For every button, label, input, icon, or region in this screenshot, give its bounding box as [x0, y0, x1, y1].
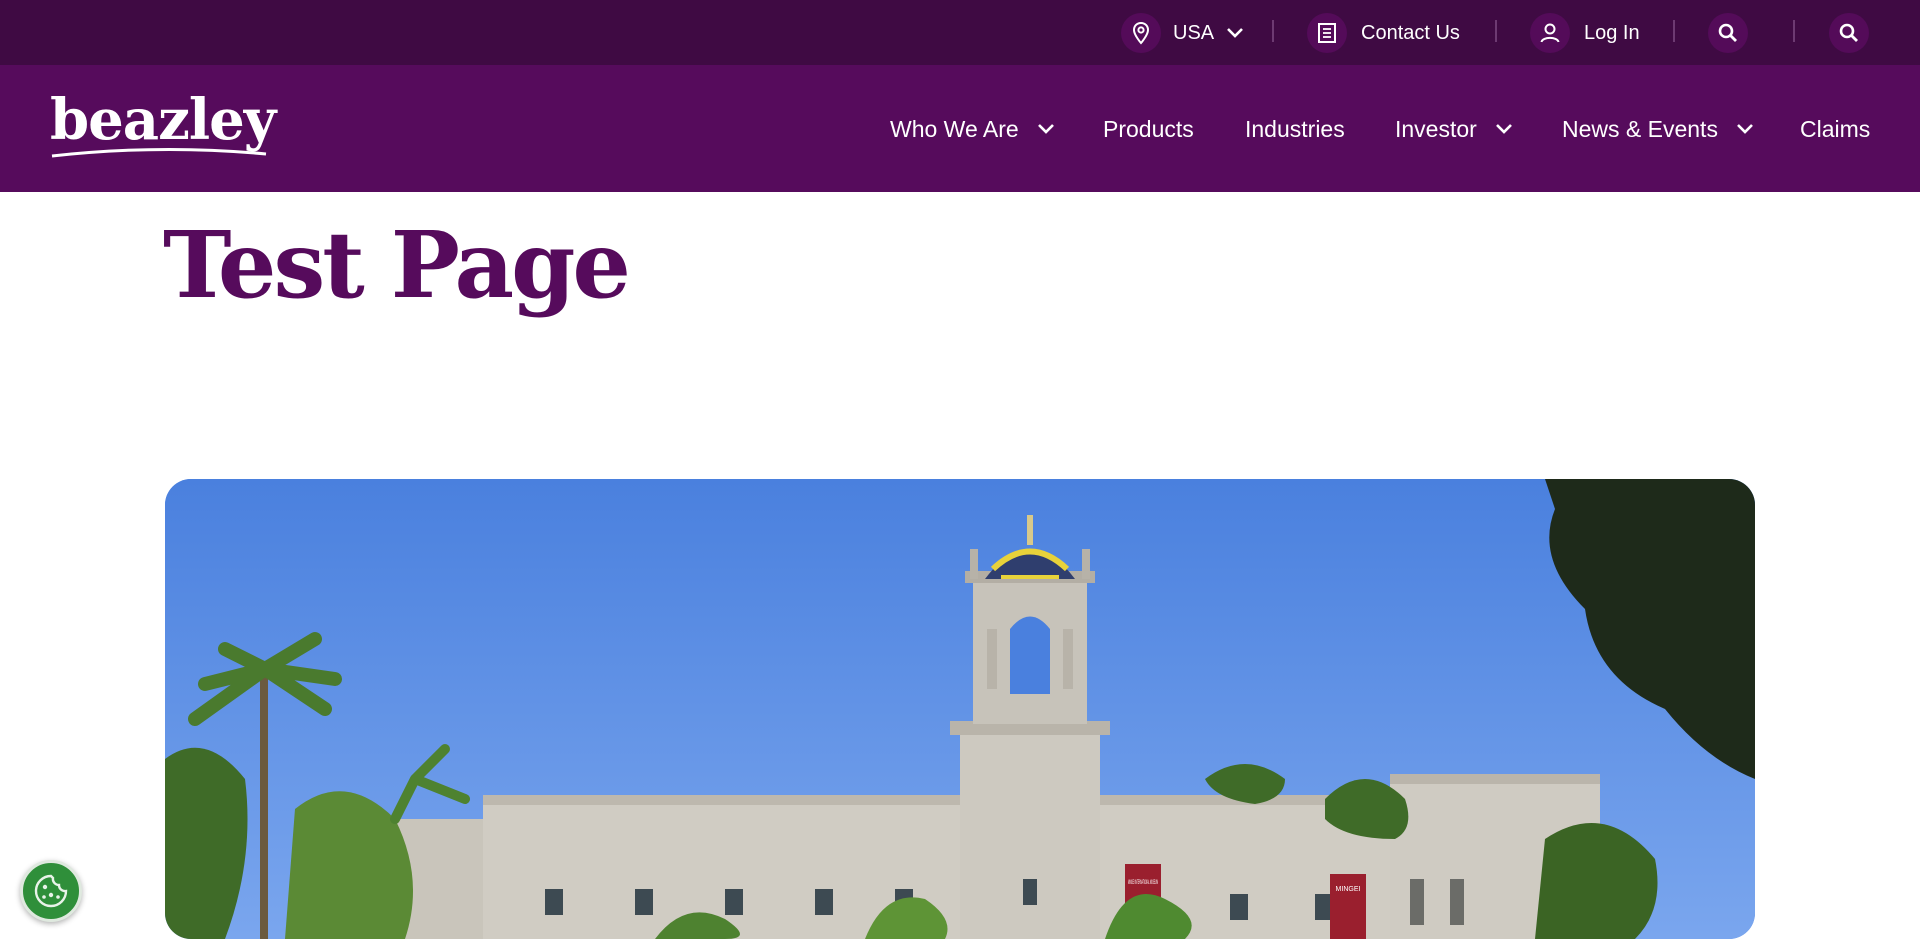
nav-products-label: Products	[1103, 115, 1194, 142]
contact-us-label: Contact Us	[1361, 21, 1460, 44]
chevron-down-icon	[1495, 124, 1512, 134]
region-label: USA	[1173, 21, 1215, 44]
search-icon	[1829, 13, 1869, 53]
search-button-secondary[interactable]	[1829, 13, 1869, 53]
chevron-down-icon	[1737, 124, 1753, 134]
login-label: Log In	[1584, 21, 1640, 44]
nav-who-we-are[interactable]: Who We Are	[890, 113, 1055, 145]
user-icon	[1530, 13, 1570, 53]
contact-us-link[interactable]: Contact Us	[1307, 13, 1460, 53]
nav-industries[interactable]: Industries	[1245, 113, 1345, 145]
utility-bar: USA Contact Us Log In	[0, 0, 1920, 65]
nav-investor[interactable]: Investor	[1395, 113, 1513, 145]
nav-claims-label: Claims	[1800, 115, 1871, 142]
nav-claims[interactable]: Claims	[1800, 113, 1870, 145]
nav-news-events[interactable]: News & Events	[1562, 113, 1754, 145]
search-button[interactable]	[1708, 13, 1748, 53]
logo-wordmark: beazley	[50, 87, 276, 153]
divider	[1793, 20, 1795, 42]
museum-banner-2: MINGEI	[1330, 874, 1366, 939]
main-navigation: beazley Who We Are Products Industries I…	[0, 65, 1920, 192]
divider	[1272, 20, 1274, 42]
nav-who-we-are-label: Who We Are	[890, 115, 1019, 142]
nav-products[interactable]: Products	[1103, 113, 1194, 145]
chevron-down-icon	[1227, 28, 1244, 38]
banner-text-2: MINGEI	[1336, 886, 1361, 893]
divider	[1673, 20, 1675, 42]
chevron-down-icon	[1037, 124, 1054, 134]
divider	[1495, 20, 1497, 42]
location-pin-icon	[1121, 13, 1161, 53]
banner-text: MINGEI INTERNATIONAL MUSEUM	[1128, 880, 1158, 886]
nav-industries-label: Industries	[1245, 115, 1345, 142]
cookie-settings-button[interactable]	[20, 860, 82, 922]
hero-image: MINGEI INTERNATIONAL MUSEUM MINGEI	[165, 479, 1755, 939]
cookie-icon	[33, 873, 69, 909]
document-icon	[1307, 13, 1347, 53]
search-icon	[1708, 13, 1748, 53]
page-title: Test Page	[163, 211, 631, 319]
region-selector[interactable]: USA	[1121, 13, 1244, 53]
nav-news-events-label: News & Events	[1562, 115, 1718, 142]
beazley-logo[interactable]: beazley	[50, 87, 276, 160]
login-link[interactable]: Log In	[1530, 13, 1640, 53]
nav-investor-label: Investor	[1395, 115, 1477, 142]
